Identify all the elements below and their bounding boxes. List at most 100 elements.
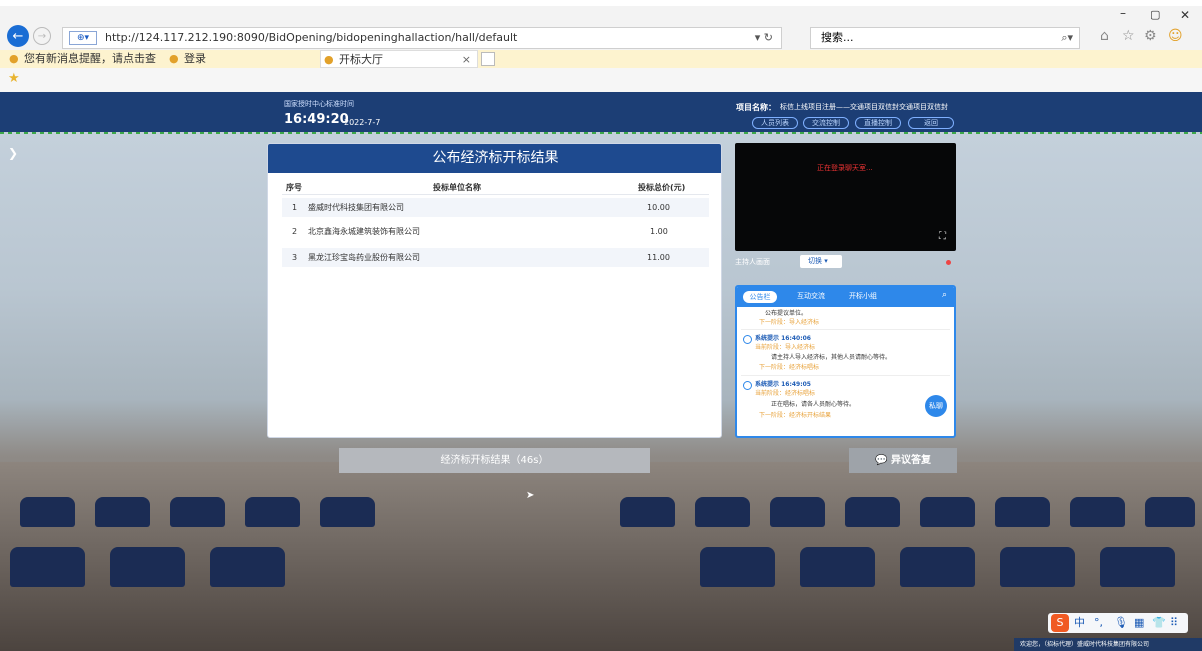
tab-interaction[interactable]: 互动交流 [797, 291, 825, 301]
new-tab-icon[interactable] [481, 52, 495, 66]
chair [900, 547, 975, 587]
favorites-add-icon[interactable]: ★ [8, 71, 20, 86]
maximize-icon[interactable]: ▢ [1150, 8, 1160, 21]
msg-title: 系统提示 16:49:05 [755, 381, 811, 388]
tab-strip: ● 您有新消息提醒，请点击查看！ ● 登录 ● 开标大厅 × [0, 50, 1202, 83]
chair [1145, 497, 1195, 527]
chair [10, 547, 85, 587]
row-name: 黑龙江珍宝岛药业股份有限公司 [308, 253, 420, 262]
chat-control-button[interactable]: 交流控制 [803, 117, 849, 129]
row-name: 盛威时代科技集团有限公司 [308, 203, 404, 212]
tab-label: 开标大厅 [339, 53, 383, 66]
refresh-icon[interactable]: ▾ ↻ [755, 28, 773, 48]
msg-next: 下一阶段：经济标开标结果 [759, 412, 832, 419]
smiley-icon[interactable]: ☺ [1168, 28, 1183, 44]
table-row: 3 黑龙江珍宝岛药业股份有限公司 11.00 [282, 248, 709, 267]
chair [210, 547, 285, 587]
bid-result-panel: 公布经济标开标结果 序号 投标单位名称 投标总价(元) 1 盛威时代科技集团有限… [267, 143, 722, 438]
ie-icon: ● [324, 53, 334, 66]
minimize-icon[interactable]: – [1120, 6, 1126, 20]
chair [170, 497, 225, 527]
system-avatar-icon [743, 381, 752, 390]
private-chat-button[interactable]: 私聊 [925, 395, 947, 417]
home-icon[interactable]: ⌂ [1100, 28, 1109, 44]
project-name: 标信上线项目注册——交通项目双信封交通项目双信封 [780, 103, 948, 111]
col-name: 投标单位名称 [433, 183, 481, 192]
col-no: 序号 [286, 183, 302, 192]
bid-opening-hall: 国家授时中心标准时间 16:49:20 2022-7-7 项目名称： 标信上线项… [0, 92, 1202, 651]
row-no: 3 [292, 253, 298, 262]
switch-dropdown[interactable]: 切换 ▾ [800, 255, 842, 268]
chair [1000, 547, 1075, 587]
chair [920, 497, 975, 527]
settings-gear-icon[interactable]: ⚙ [1144, 28, 1157, 44]
ie-icon: ● [169, 52, 179, 65]
hall-header: 国家授时中心标准时间 16:49:20 2022-7-7 项目名称： 标信上线项… [0, 92, 1202, 132]
chair [1070, 497, 1125, 527]
msg-text: 公布提议单位。 [765, 310, 808, 317]
tab-login[interactable]: ● 登录 [166, 50, 286, 68]
current-time: 16:49:20 [284, 112, 349, 127]
mic-icon[interactable]: 🎙 [1114, 613, 1128, 633]
live-control-button[interactable]: 直播控制 [855, 117, 901, 129]
project-label: 项目名称： [736, 103, 776, 112]
msg-title: 系统提示 16:40:06 [755, 335, 811, 342]
recording-dot [946, 260, 951, 265]
header-divider [0, 132, 1202, 134]
col-price: 投标总价(元) [638, 183, 686, 192]
search-icon[interactable]: ⌕▾ [1061, 28, 1073, 48]
skin-icon[interactable]: 👕 [1152, 613, 1166, 633]
ime-mode-icon[interactable]: 中 [1074, 613, 1085, 633]
punct-icon[interactable]: °, [1094, 613, 1103, 633]
result-countdown-button[interactable]: 经济标开标结果（46s） [339, 448, 650, 473]
table-row: 1 盛威时代科技集团有限公司 10.00 [282, 198, 709, 217]
msg-stage: 当前阶段：导入经济标 [755, 344, 816, 351]
address-bar[interactable]: ⊕▾ http://124.117.212.190:8090/BidOpenin… [62, 27, 782, 49]
tab-label: 登录 [184, 52, 206, 65]
system-avatar-icon [743, 335, 752, 344]
close-tab-icon[interactable]: × [462, 51, 471, 69]
chair [620, 497, 675, 527]
row-name: 北京鑫海永城建筑装饰有限公司 [308, 227, 420, 236]
time-label: 国家授时中心标准时间 [284, 100, 354, 108]
row-no: 2 [292, 227, 298, 236]
tab-hall[interactable]: ● 开标大厅 × [320, 50, 478, 68]
chat-search-icon[interactable]: ⌕ [942, 290, 947, 300]
ime-toolbar[interactable]: S 中 °, 🎙 ▦ 👕 ⠿ [1048, 613, 1188, 633]
row-no: 1 [292, 203, 298, 212]
host-label: 主持人画面 [735, 258, 770, 266]
chat-panel: 公告栏 互动交流 开标小组 ⌕ 公布提议单位。 下一阶段：导入经济标 系统提示 … [735, 285, 956, 438]
video-player[interactable]: 正在登录聊天室... ⛶ [735, 143, 956, 251]
back-icon[interactable]: ← [7, 25, 29, 47]
chair [245, 497, 300, 527]
chair [700, 547, 775, 587]
personnel-list-button[interactable]: 人员列表 [752, 117, 798, 129]
return-button[interactable]: 返回 [908, 117, 954, 129]
forward-icon[interactable]: → [33, 27, 51, 45]
search-input[interactable]: 搜索... ⌕▾ [810, 27, 1080, 49]
fullscreen-icon[interactable]: ⛶ [939, 231, 946, 242]
close-window-icon[interactable]: ✕ [1180, 8, 1190, 22]
tab-announcements[interactable]: 公告栏 [743, 291, 777, 303]
menu-toggle-icon[interactable]: ❯ [8, 146, 18, 160]
objection-reply-button[interactable]: 💬 异议答复 [849, 448, 957, 473]
row-price: 10.00 [647, 203, 670, 212]
toolbox-icon[interactable]: ⠿ [1170, 613, 1178, 633]
chair [20, 497, 75, 527]
row-price: 1.00 [650, 227, 668, 236]
url-text: http://124.117.212.190:8090/BidOpening/b… [105, 31, 518, 44]
divider [741, 329, 950, 330]
tab-notice[interactable]: ● 您有新消息提醒，请点击查看！ [6, 50, 156, 83]
chair [770, 497, 825, 527]
chair [95, 497, 150, 527]
chair [1100, 547, 1175, 587]
header-line [282, 194, 709, 195]
keyboard-icon[interactable]: ▦ [1134, 613, 1144, 633]
tab-bid-group[interactable]: 开标小组 [849, 291, 877, 301]
favorites-star-icon[interactable]: ☆ [1122, 28, 1135, 44]
msg-stage: 当前阶段：经济标唱标 [755, 390, 816, 397]
current-date: 2022-7-7 [344, 118, 381, 127]
chat-tabs: 公告栏 互动交流 开标小组 ⌕ [737, 287, 954, 307]
chair [800, 547, 875, 587]
chair [845, 497, 900, 527]
